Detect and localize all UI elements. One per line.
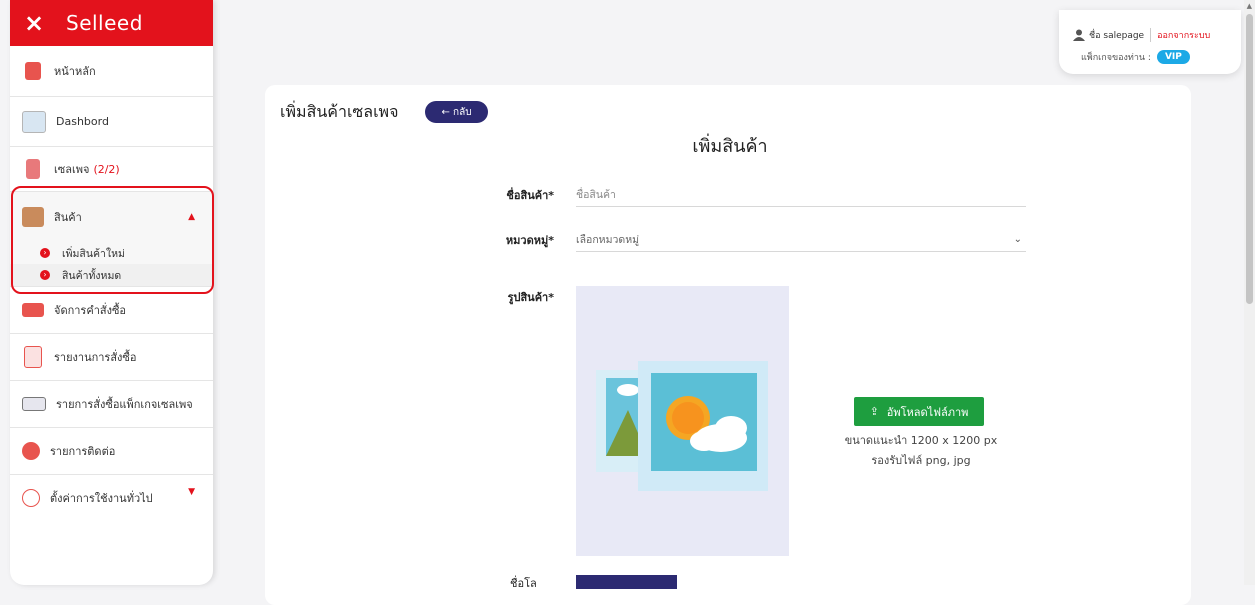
user-panel: ชื่อ salepage ออกจากระบบ แพ็กเกจของท่าน … <box>1059 10 1241 74</box>
home-icon <box>25 62 41 80</box>
salepage-icon <box>26 159 40 179</box>
settings-icon <box>22 489 40 507</box>
image-label: รูปสินค้า* <box>507 291 554 304</box>
product-name-input[interactable]: ชื่อสินค้า <box>576 182 1026 207</box>
product-name-placeholder: ชื่อสินค้า <box>576 188 616 201</box>
image-placeholder-icon <box>596 361 768 491</box>
sidebar-item-label: รายการติดต่อ <box>50 445 116 458</box>
form-title: เพิ่มสินค้า <box>692 136 768 157</box>
products-icon <box>22 207 44 227</box>
sidebar-item-settings[interactable]: ตั้งค่าการใช้งานทั่วไป ▼ <box>10 475 213 521</box>
brand-logo[interactable]: Selleed <box>66 11 143 35</box>
arrow-circle-icon: › <box>40 270 50 280</box>
logout-link[interactable]: ออกจากระบบ <box>1150 28 1210 42</box>
sidebar-item-label: รายการสั่งซื้อแพ็กเกจเซลเพจ <box>56 398 193 411</box>
close-icon[interactable]: × <box>24 9 56 37</box>
chevron-down-icon[interactable]: ▼ <box>188 487 195 497</box>
submenu-item-label: เพิ่มสินค้าใหม่ <box>62 247 125 260</box>
package-label: แพ็กเกจของท่าน : <box>1081 53 1151 63</box>
product-name-label: ชื่อสินค้า* <box>506 189 554 202</box>
orders-icon <box>22 303 44 317</box>
sidebar-item-label: ตั้งค่าการใช้งานทั่วไป <box>50 492 153 505</box>
vip-badge: VIP <box>1156 50 1190 64</box>
scroll-up-icon[interactable]: ▲ <box>1247 2 1252 10</box>
bottom-field-label: ชื่อโล <box>510 577 537 590</box>
upload-image-button[interactable]: ⇪ อัพโหลดไฟล์ภาพ <box>854 397 984 426</box>
sidebar-item-label: Dashbord <box>56 115 109 128</box>
arrow-circle-icon: › <box>40 248 50 258</box>
sidebar-item-label: รายงานการสั่งซื้อ <box>54 351 137 364</box>
bottom-button[interactable] <box>576 575 677 589</box>
sidebar-item-label: จัดการคำสั่งซื้อ <box>54 304 127 317</box>
report-icon <box>24 346 42 368</box>
salepage-count: (2/2) <box>93 162 120 176</box>
back-button[interactable]: ← กลับ <box>425 101 488 123</box>
sidebar-item-contacts[interactable]: รายการติดต่อ <box>10 428 213 475</box>
sidebar-item-package-orders[interactable]: รายการสั่งซื้อแพ็กเกจเซลเพจ <box>10 381 213 428</box>
dashboard-icon <box>22 110 46 133</box>
sidebar-item-products[interactable]: สินค้า ▲ <box>10 192 213 242</box>
brand-bar: × Selleed <box>10 0 213 46</box>
sidebar-item-label: เซลเพจ <box>54 163 90 176</box>
scrollbar[interactable]: ▲ <box>1244 0 1255 585</box>
sidebar-item-label: สินค้า <box>54 211 82 224</box>
sidebar-item-home[interactable]: หน้าหลัก <box>10 46 213 97</box>
submenu-item-all-products[interactable]: › สินค้าทั้งหมด <box>10 264 213 286</box>
page-title: เพิ่มสินค้าเซลเพจ <box>280 102 399 121</box>
category-label: หมวดหมู่* <box>505 234 554 247</box>
upload-button-label: อัพโหลดไฟล์ภาพ <box>886 405 969 419</box>
submenu-item-label: สินค้าทั้งหมด <box>62 269 122 282</box>
category-value: เลือกหมวดหมู่ <box>576 233 640 246</box>
sidebar-item-dashboard[interactable]: Dashbord <box>10 97 213 147</box>
category-select[interactable]: เลือกหมวดหมู่ ⌄ <box>576 227 1026 252</box>
sidebar-item-label: หน้าหลัก <box>54 65 96 78</box>
user-name: ชื่อ salepage <box>1089 31 1145 41</box>
chevron-up-icon[interactable]: ▲ <box>188 212 195 222</box>
upload-type-note: รองรับไฟล์ png, jpg <box>871 454 971 467</box>
contact-icon <box>22 442 40 460</box>
chevron-down-icon: ⌄ <box>1013 233 1022 245</box>
upload-icon: ⇪ <box>869 405 879 418</box>
laptop-icon <box>22 397 46 411</box>
submenu-item-add-product[interactable]: › เพิ่มสินค้าใหม่ <box>10 242 213 264</box>
sidebar: × Selleed หน้าหลัก Dashbord เซลเพจ (2/2)… <box>10 0 213 585</box>
sidebar-item-salepage[interactable]: เซลเพจ (2/2) <box>10 147 213 192</box>
upload-size-note: ขนาดแนะนำ 1200 x 1200 px <box>844 434 998 447</box>
scrollbar-thumb[interactable] <box>1246 14 1253 304</box>
image-preview[interactable] <box>576 286 789 556</box>
user-icon <box>1073 29 1085 41</box>
sidebar-item-manage-orders[interactable]: จัดการคำสั่งซื้อ <box>10 286 213 334</box>
sidebar-item-order-report[interactable]: รายงานการสั่งซื้อ <box>10 334 213 381</box>
